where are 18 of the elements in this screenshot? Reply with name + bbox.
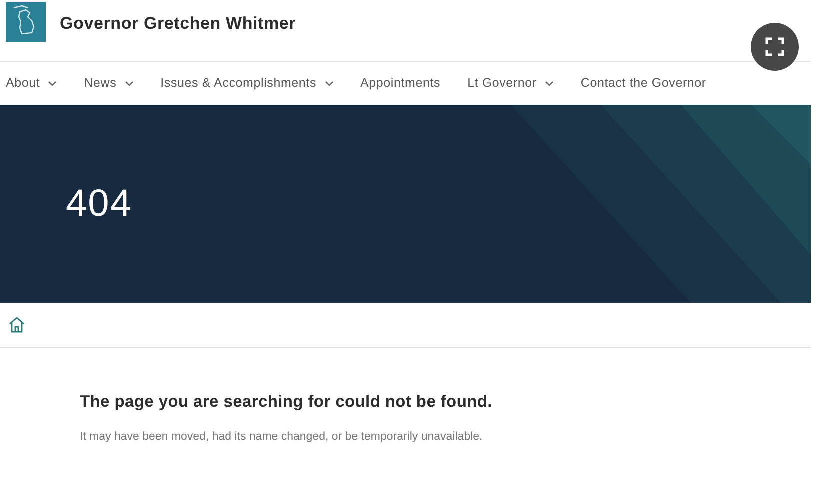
fullscreen-icon [765, 37, 785, 57]
nav-link[interactable]: News [84, 74, 134, 93]
home-icon[interactable] [8, 316, 26, 334]
michigan-logo-icon[interactable] [6, 2, 46, 42]
chevron-down-icon [324, 80, 334, 86]
error-code: 404 [66, 182, 132, 226]
error-description: It may have been moved, had its name changed, or be temporarily unavailable. [80, 430, 484, 445]
nav-link[interactable]: About [6, 74, 58, 93]
site-title[interactable]: Governor Gretchen Whitmer [60, 10, 296, 36]
error-heading: The page you are searching for could not be found. [80, 392, 494, 413]
chevron-down-icon [124, 80, 134, 86]
fullscreen-button[interactable] [751, 23, 799, 71]
nav-link[interactable]: Contact the Governor [580, 74, 706, 93]
chevron-down-icon [544, 80, 554, 86]
chevron-down-icon [48, 80, 58, 86]
nav-link[interactable]: Issues & Accomplishments [160, 74, 334, 93]
nav-link[interactable]: Lt Governor [468, 74, 554, 93]
nav-link[interactable]: Appointments [360, 74, 441, 93]
